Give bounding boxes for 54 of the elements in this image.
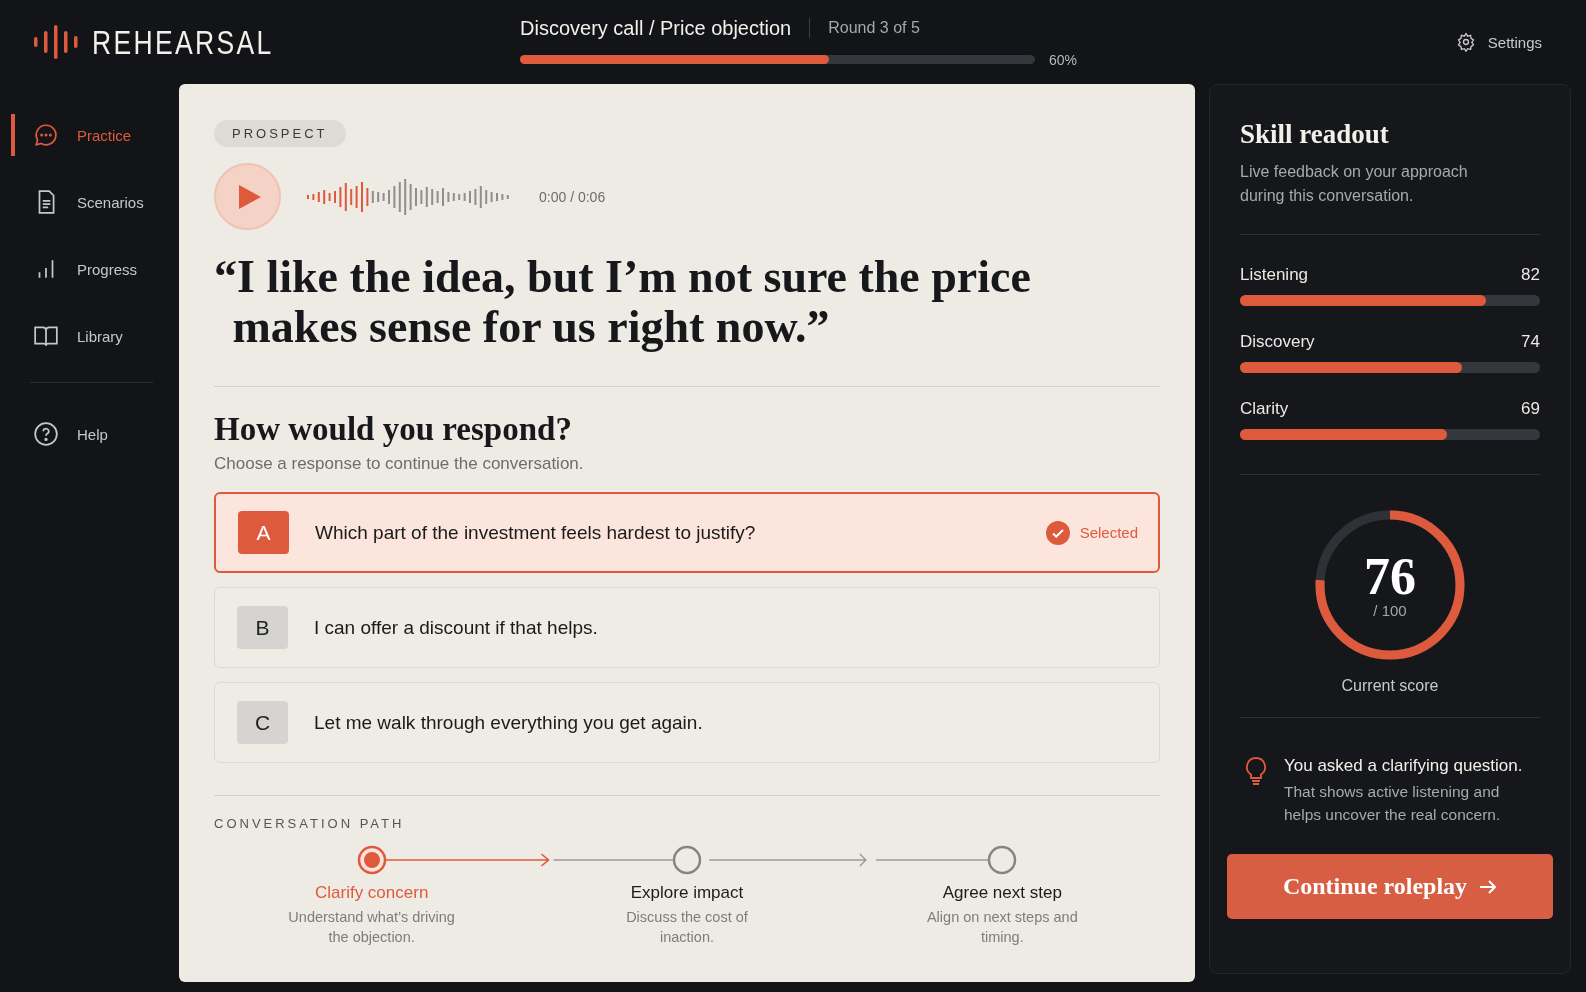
skill-value: 82 <box>1521 265 1540 285</box>
nav-item[interactable]: Library <box>11 315 179 357</box>
skill-name: Clarity <box>1240 399 1289 419</box>
skill-value: 69 <box>1521 399 1540 419</box>
response-option[interactable]: B I can offer a discount if that helps. <box>214 587 1160 668</box>
nav-item[interactable]: Scenarios <box>11 181 179 223</box>
skill-name: Discovery <box>1240 332 1315 352</box>
book-icon <box>33 323 59 349</box>
step-description: Align on next steps and timing. <box>925 908 1079 947</box>
panel-subtitle: Live feedback on your approach during this conversation. <box>1240 162 1469 206</box>
skill-value: 74 <box>1521 332 1540 352</box>
help-nav-item[interactable]: Help <box>11 413 179 455</box>
lightbulb-icon <box>1244 756 1268 786</box>
score-label: Current score <box>1341 677 1439 695</box>
selected-label: Selected <box>1079 524 1138 541</box>
score-max: / 100 <box>1373 601 1407 619</box>
question-title: How would you respond? <box>214 411 573 448</box>
feedback-title: You asked a clarifying question. <box>1284 756 1524 776</box>
path-title: CONVERSATION PATH <box>214 816 406 831</box>
continue-button[interactable]: Continue roleplay <box>1227 854 1553 919</box>
progress-percent: 60% <box>1049 51 1078 68</box>
step-label: Agree next step <box>942 883 1062 903</box>
settings-button[interactable]: Settings <box>1451 28 1546 56</box>
option-letter: B <box>237 606 288 649</box>
option-text: I can offer a discount if that helps. <box>314 616 599 639</box>
round-counter: Round 3 of 5 <box>828 19 920 37</box>
option-letter: C <box>237 701 288 744</box>
play-icon <box>239 184 261 209</box>
response-option[interactable]: C Let me walk through everything you get again. <box>214 682 1160 763</box>
option-text: Let me walk through everything you get again. <box>314 711 704 734</box>
brand-name: REHEARSAL <box>92 22 274 62</box>
sound-wave-logo-icon <box>32 24 78 60</box>
step-description: Discuss the cost of inaction. <box>625 908 749 947</box>
prospect-quote: “I like the idea, but I’m not sure the price makes sense for us right now.” <box>214 252 1032 352</box>
step-label: Clarify concern <box>314 883 429 903</box>
settings-icon <box>1455 32 1476 52</box>
option-text: Which part of the investment feels hardest to justify? <box>315 521 757 544</box>
nav-item[interactable]: Progress <box>11 248 179 290</box>
panel-title: Skill readout <box>1240 119 1390 150</box>
audio-time: 0:00 / 0:06 <box>539 188 606 205</box>
arrow-right-icon <box>1479 879 1498 894</box>
score-value: 76 <box>1364 551 1416 602</box>
skill-name: Listening <box>1240 265 1309 285</box>
feedback-body: That shows active listening and helps uncover the real concern. <box>1284 782 1502 825</box>
question-subtitle: Choose a response to continue the conversation. <box>214 454 585 474</box>
response-option[interactable]: A Which part of the investment feels hardest to justify? Selected <box>214 492 1160 573</box>
chat-bubble-icon <box>33 122 59 148</box>
option-letter: A <box>238 511 289 554</box>
check-circle-icon <box>1045 520 1070 545</box>
help-icon <box>33 421 59 447</box>
speaker-tag: PROSPECT <box>214 120 346 147</box>
step-label: Explore impact <box>630 883 744 903</box>
step-description: Understand what’s driving the objection. <box>287 908 456 947</box>
scenario-title: Discovery call / Price objection <box>520 16 792 40</box>
